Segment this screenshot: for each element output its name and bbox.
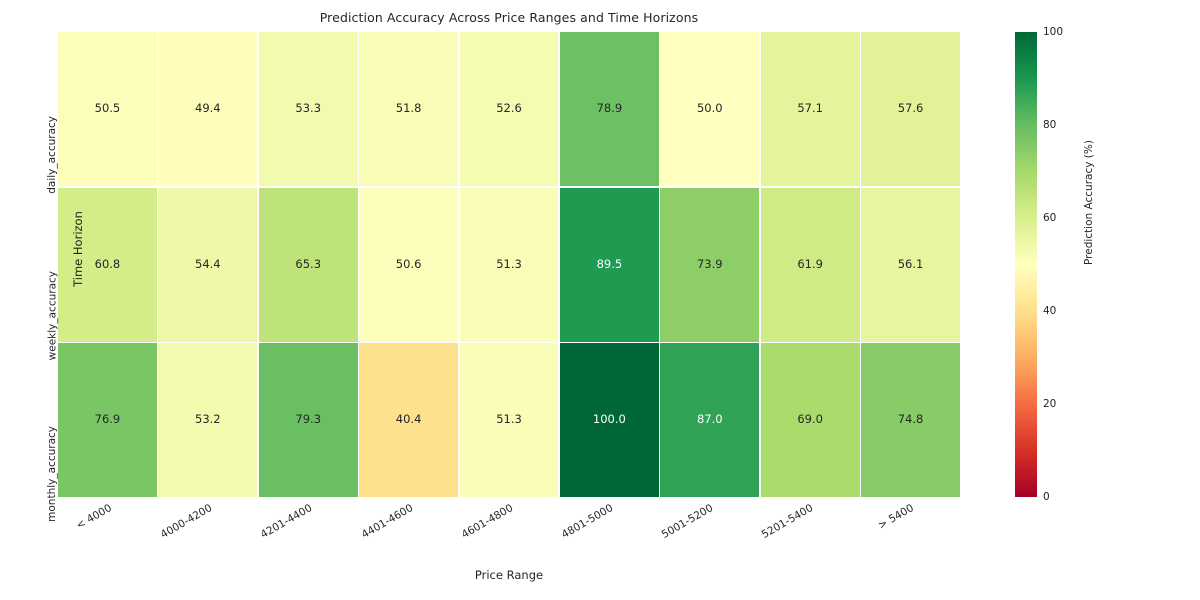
- heatmap-cell-value: 69.0: [797, 412, 823, 427]
- heatmap-cell-value: 57.6: [897, 101, 924, 116]
- heatmap-cell-value: 54.4: [195, 256, 221, 271]
- heatmap-cell-value: 60.8: [94, 256, 121, 271]
- heatmap-cell-value: 49.4: [195, 101, 221, 116]
- heatmap-cell-value: 53.2: [195, 412, 221, 427]
- heatmap-cell: 51.3: [459, 187, 559, 342]
- x-tick-label: 5201-5400: [760, 502, 816, 542]
- heatmap-cell-value: 53.3: [295, 101, 322, 116]
- heatmap-cell-value: 56.1: [897, 256, 924, 271]
- heatmap-cell: 74.8: [861, 343, 960, 497]
- colorbar: 0 20 40 60 80 100: [1015, 26, 1063, 503]
- x-tick-label: 4000-4200: [158, 502, 215, 542]
- heatmap-cell: 51.8: [359, 32, 459, 186]
- heatmap-cell-value: 87.0: [696, 412, 723, 427]
- heatmap-cell: 50.0: [660, 32, 760, 186]
- heatmap-cell: 61.9: [760, 187, 860, 342]
- heatmap-cell: 87.0: [660, 343, 760, 497]
- colorbar-tick-label: 100: [1043, 26, 1064, 38]
- colorbar-tick-label: 80: [1043, 119, 1057, 131]
- heatmap-cell-value: 50.0: [696, 101, 723, 116]
- heatmap-cell-value: 78.9: [596, 101, 623, 116]
- heatmap-cell-value: 74.8: [897, 412, 924, 427]
- heatmap-cell: 53.2: [158, 343, 258, 497]
- heatmap-cell: 56.1: [861, 187, 960, 342]
- heatmap-cell-value: 73.9: [696, 256, 723, 271]
- colorbar-title: Prediction Accuracy (%): [1083, 140, 1095, 265]
- x-tick-label: 5001-5200: [659, 502, 716, 542]
- heatmap-cell: 51.3: [459, 343, 559, 497]
- heatmap-cell-value: 76.9: [94, 412, 121, 427]
- heatmap-cell: 53.3: [258, 32, 358, 186]
- heatmap-cell: 54.4: [158, 187, 258, 342]
- heatmap-cell-value: 50.5: [94, 101, 121, 116]
- y-tick-label: monthly_accuracy: [46, 425, 58, 522]
- heatmap-cell: 69.0: [760, 343, 860, 497]
- heatmap-cell-value: 65.3: [295, 256, 322, 271]
- heatmap-cell-value: 51.8: [395, 101, 422, 116]
- colorbar-tick-label: 0: [1043, 491, 1050, 503]
- chart-title: Prediction Accuracy Across Price Ranges …: [319, 10, 699, 25]
- heatmap-cell: 50.5: [58, 32, 157, 186]
- heatmap-cell-value: 50.6: [395, 256, 422, 271]
- heatmap-cell: 40.4: [359, 343, 459, 497]
- heatmap-cell-value: 51.3: [496, 256, 522, 271]
- y-tick-label: daily_accuracy: [46, 115, 58, 194]
- heatmap-cell: 76.9: [58, 343, 157, 497]
- heatmap-cell-value: 57.1: [797, 101, 823, 116]
- heatmap-cell: 52.6: [459, 32, 559, 186]
- heatmap-cell-value: 100.0: [592, 412, 626, 427]
- heatmap-cell: 57.6: [861, 32, 960, 186]
- heatmap-cell: 78.9: [559, 32, 659, 186]
- y-tick-label: weekly_accuracy: [46, 270, 58, 360]
- colorbar-tick-label: 60: [1043, 212, 1057, 224]
- heatmap-plot-area: 50.5 49.4 53.3 51.8 52.6 78.9 50.0 57.1 57.6 60.8…: [46, 32, 960, 541]
- heatmap-cell: 89.5: [559, 187, 659, 342]
- colorbar-tick-label: 40: [1043, 305, 1057, 317]
- heatmap-cell-value: 52.6: [496, 101, 522, 116]
- colorbar-gradient: [1015, 32, 1037, 497]
- heatmap-cell-value: 40.4: [395, 412, 422, 427]
- heatmap-cell-value: 89.5: [596, 256, 623, 271]
- x-axis-title: Price Range: [474, 568, 544, 582]
- heatmap-grid: 50.5 49.4 53.3 51.8 52.6 78.9 50.0 57.1 57.6 60.8…: [58, 32, 960, 497]
- heatmap-cell: 49.4: [158, 32, 258, 186]
- heatmap-figure: Prediction Accuracy Across Price Ranges …: [0, 0, 1200, 600]
- x-tick-label: > 5400: [876, 502, 916, 532]
- x-tick-label: 4401-4600: [359, 502, 415, 542]
- x-tick-label: < 4000: [74, 502, 115, 532]
- heatmap-cell: 57.1: [760, 32, 860, 186]
- heatmap-cell-value: 51.3: [496, 412, 522, 427]
- heatmap-cell-value: 79.3: [295, 412, 322, 427]
- y-axis-title: Time Horizon: [70, 211, 85, 287]
- heatmap-cell: 100.0: [559, 343, 659, 497]
- heatmap-cell: 79.3: [258, 343, 358, 497]
- x-tick-label: 4801-5000: [559, 502, 616, 542]
- x-tick-label: 4201-4400: [258, 502, 315, 542]
- heatmap-cell: 65.3: [258, 187, 358, 342]
- x-tick-label: 4601-4800: [459, 502, 515, 542]
- heatmap-cell: 73.9: [660, 187, 760, 342]
- heatmap-cell: 50.6: [359, 187, 459, 342]
- heatmap-cell-value: 61.9: [797, 256, 823, 271]
- colorbar-tick-label: 20: [1043, 398, 1057, 410]
